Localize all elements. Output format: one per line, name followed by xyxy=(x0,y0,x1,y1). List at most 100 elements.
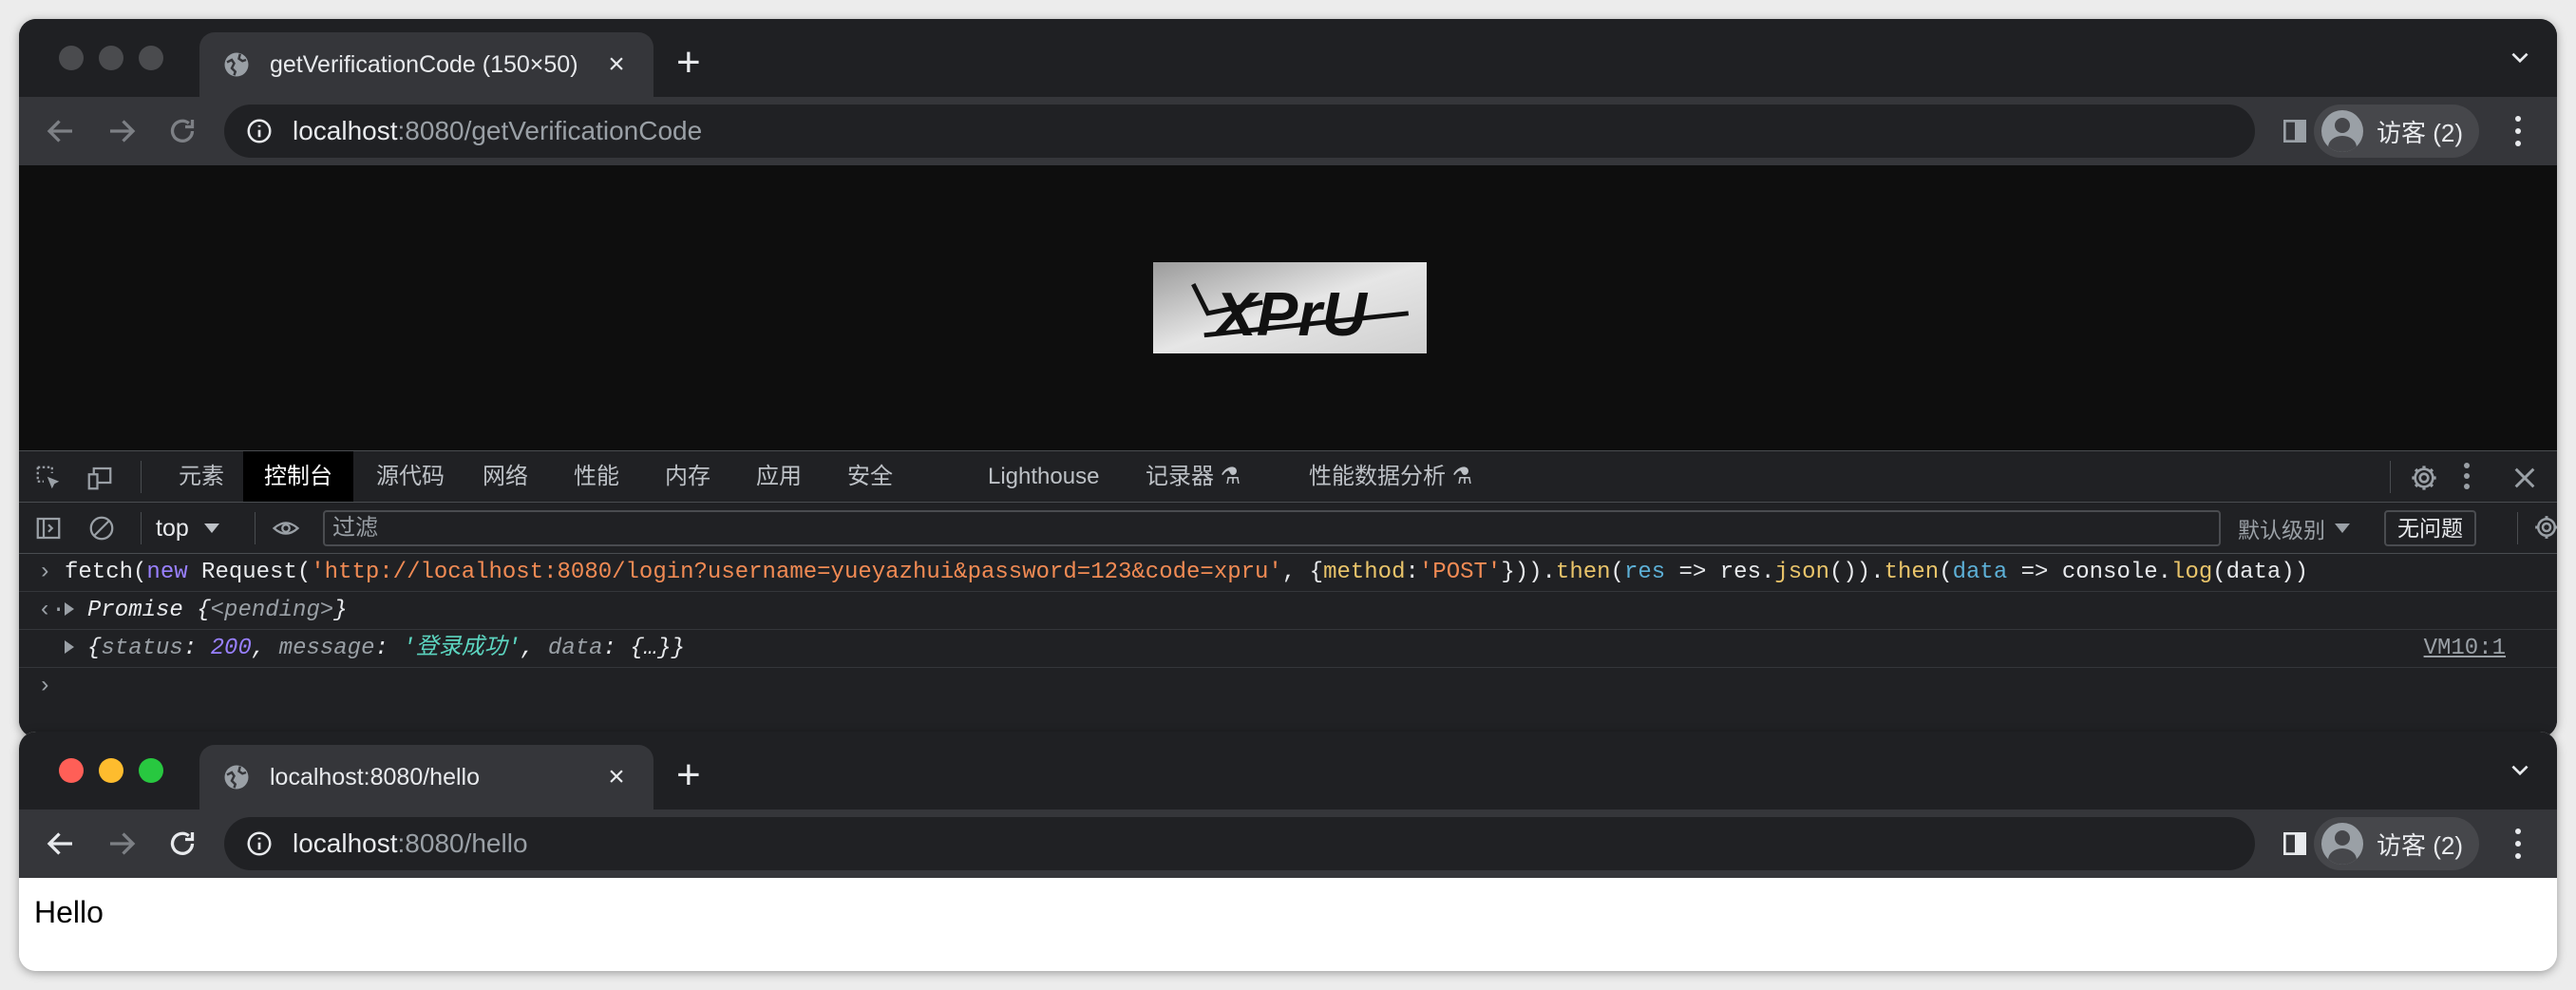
devtools-tab-lighthouse[interactable]: Lighthouse xyxy=(967,451,1120,502)
expand-triangle-icon[interactable] xyxy=(65,639,74,654)
divider xyxy=(141,512,142,544)
flask-icon: ⚗ xyxy=(1214,464,1241,489)
console-return-line[interactable]: ‹· Promise {<pending>} xyxy=(19,592,2557,630)
zoom-window-button[interactable] xyxy=(139,758,163,783)
close-tab-icon[interactable]: × xyxy=(602,50,631,79)
eye-icon[interactable] xyxy=(272,514,300,543)
window-controls xyxy=(59,758,163,783)
page-viewport: Hello xyxy=(19,878,2557,971)
inspect-element-icon[interactable] xyxy=(34,464,63,492)
gear-icon[interactable] xyxy=(2409,463,2439,493)
flask-icon: ⚗ xyxy=(1446,464,1473,489)
close-window-button[interactable] xyxy=(59,46,84,70)
expand-triangle-icon[interactable] xyxy=(65,601,74,616)
arrow-left-icon xyxy=(47,120,72,143)
new-tab-button[interactable]: + xyxy=(676,754,701,796)
devtools-tab-elements[interactable]: 元素 xyxy=(158,451,245,502)
address-bar[interactable]: localhost:8080/hello xyxy=(224,817,2255,870)
close-devtools-icon[interactable] xyxy=(2510,463,2540,493)
reload-button[interactable] xyxy=(165,114,199,148)
console-sidebar-icon[interactable] xyxy=(34,514,63,543)
browser-tab-hello[interactable]: localhost:8080/hello × xyxy=(199,745,653,809)
console-settings-gear-icon[interactable] xyxy=(2532,513,2557,542)
back-button[interactable] xyxy=(44,114,78,148)
minimize-window-button[interactable] xyxy=(99,46,123,70)
arrow-right-icon xyxy=(110,120,136,143)
window-controls xyxy=(59,46,163,70)
browser-toolbar: localhost:8080/hello 访客 (2) xyxy=(19,809,2557,878)
minimize-window-button[interactable] xyxy=(99,758,123,783)
menu-kebab-icon[interactable] xyxy=(2511,828,2525,859)
console-prompt-line[interactable]: › xyxy=(19,668,2557,706)
globe-icon xyxy=(224,52,249,77)
back-button[interactable] xyxy=(44,827,78,861)
log-levels-label: 默认级别 xyxy=(2238,518,2325,543)
info-icon[interactable] xyxy=(245,829,274,858)
browser-tab-captcha[interactable]: getVerificationCode (150×50) × xyxy=(199,32,653,97)
tab-title: getVerificationCode (150×50) xyxy=(270,50,578,78)
info-icon[interactable] xyxy=(245,117,274,145)
profile-label: 访客 (2) xyxy=(2377,118,2464,147)
console-output: › fetch(new Request('http://localhost:808… xyxy=(19,554,2557,706)
reload-icon xyxy=(170,831,195,855)
zoom-window-button[interactable] xyxy=(139,46,163,70)
reload-button[interactable] xyxy=(165,827,199,861)
devtools-tab-bar: 元素 控制台 源代码 网络 性能 内存 应用 安全 Lighthouse 记录器… xyxy=(19,451,2557,503)
divider xyxy=(255,512,256,544)
console-input-line: › fetch(new Request('http://localhost:808… xyxy=(19,554,2557,592)
page-viewport: XPrU xyxy=(19,165,2557,450)
console-filter-input[interactable] xyxy=(323,510,2221,546)
device-toolbar-icon[interactable] xyxy=(85,464,114,492)
prompt-chevron-icon: › xyxy=(38,674,52,699)
devtools-panel: 元素 控制台 源代码 网络 性能 内存 应用 安全 Lighthouse 记录器… xyxy=(19,450,2557,737)
source-link[interactable]: VM10:1 xyxy=(2424,630,2506,668)
caret-down-icon xyxy=(2335,524,2350,533)
return-arrow-icon: ‹· xyxy=(38,598,66,623)
devtools-tab-performance[interactable]: 性能 xyxy=(553,451,640,502)
browser-toolbar: localhost:8080/getVerificationCode 访客 (2… xyxy=(19,97,2557,165)
context-selector[interactable]: top xyxy=(156,512,219,544)
input-chevron-icon: › xyxy=(38,560,52,585)
globe-icon xyxy=(224,765,249,790)
chevron-down-icon[interactable] xyxy=(2508,758,2532,783)
chevron-down-icon[interactable] xyxy=(2508,46,2532,70)
devtools-tab-memory[interactable]: 内存 xyxy=(644,451,731,502)
tab-strip: getVerificationCode (150×50) × + xyxy=(19,19,2557,97)
forward-button[interactable] xyxy=(104,114,139,148)
log-levels-dropdown[interactable]: 默认级别 xyxy=(2238,512,2350,544)
divider xyxy=(141,461,142,493)
side-panel-icon[interactable] xyxy=(2280,828,2310,859)
new-tab-button[interactable]: + xyxy=(676,42,701,84)
url-text: localhost:8080/getVerificationCode xyxy=(293,116,703,145)
devtools-tab-performance-insights[interactable]: 性能数据分析 ⚗ xyxy=(1288,451,1493,502)
clear-console-icon[interactable] xyxy=(87,514,116,543)
context-label: top xyxy=(156,514,189,542)
avatar-icon xyxy=(2321,823,2363,865)
devtools-menu-kebab-icon[interactable] xyxy=(2460,463,2473,489)
page-content-text: Hello xyxy=(34,895,104,929)
forward-button[interactable] xyxy=(104,827,139,861)
address-bar[interactable]: localhost:8080/getVerificationCode xyxy=(224,105,2255,158)
devtools-tab-console[interactable]: 控制台 xyxy=(243,451,353,502)
devtools-tab-network[interactable]: 网络 xyxy=(462,451,549,502)
devtools-tab-security[interactable]: 安全 xyxy=(826,451,914,502)
arrow-right-icon xyxy=(110,832,136,855)
profile-button[interactable]: 访客 (2) xyxy=(2314,105,2479,158)
issues-button[interactable]: 无问题 xyxy=(2384,510,2476,546)
close-tab-icon[interactable]: × xyxy=(602,763,631,791)
profile-button[interactable]: 访客 (2) xyxy=(2314,817,2479,870)
arrow-left-icon xyxy=(47,832,72,855)
browser-window-hello: localhost:8080/hello × + localhost:8080/… xyxy=(19,732,2557,971)
profile-label: 访客 (2) xyxy=(2377,830,2464,860)
devtools-tab-application[interactable]: 应用 xyxy=(735,451,823,502)
devtools-tab-sources[interactable]: 源代码 xyxy=(355,451,465,502)
console-log-line[interactable]: {status: 200, message: '登录成功', data: {…}… xyxy=(19,630,2557,668)
url-text: localhost:8080/hello xyxy=(293,828,528,858)
side-panel-icon[interactable] xyxy=(2280,116,2310,146)
menu-kebab-icon[interactable] xyxy=(2511,116,2525,146)
browser-window-captcha: getVerificationCode (150×50) × + localho… xyxy=(19,19,2557,737)
reload-icon xyxy=(170,119,195,143)
devtools-tab-recorder[interactable]: 记录器 ⚗ xyxy=(1125,451,1261,502)
close-window-button[interactable] xyxy=(59,758,84,783)
avatar-icon xyxy=(2321,110,2363,152)
